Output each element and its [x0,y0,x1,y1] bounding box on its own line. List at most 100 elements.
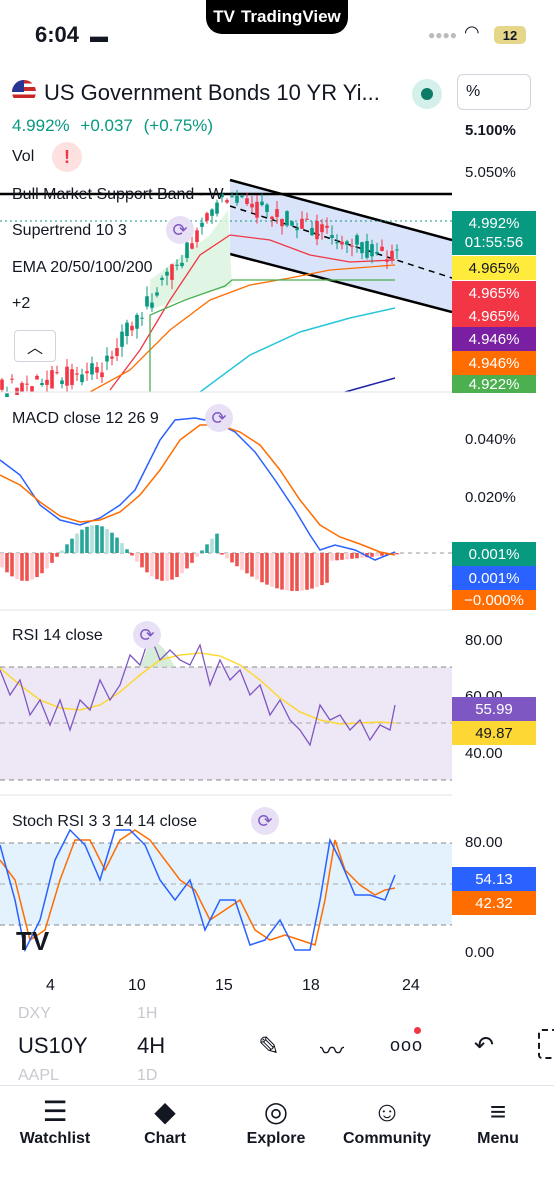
rsi-reload-icon[interactable]: ⟳ [133,621,161,649]
collapse-legend-button[interactable]: ︿ [14,330,56,362]
macd-line [0,417,396,561]
indicator-supertrend[interactable]: Supertrend 10 3 [12,222,127,240]
macd-bar [205,544,209,553]
next-interval[interactable]: 1D [137,1067,157,1085]
tab-community[interactable]: ☺ Community [332,1094,442,1148]
prev-symbol[interactable]: DXY [18,1005,51,1023]
macd-bar [375,553,379,557]
fullscreen-icon[interactable] [538,1029,554,1059]
tab-explore[interactable]: ◎ Explore [221,1094,331,1148]
rsi-ma-tag: 49.87 [452,721,536,745]
candle [280,218,284,227]
candle [265,204,269,212]
chevron-up-icon: ︿ [26,340,43,357]
compass-icon: ◎ [263,1096,289,1127]
macd-bar [225,553,229,559]
macd-bar [80,529,84,553]
stoch-d-tag: 42.32 [452,891,536,915]
macd-bar [110,532,114,553]
macd-bar [10,553,14,577]
macd-bar [235,553,239,567]
candle [390,250,394,260]
symbol-picker[interactable]: US10Y [18,1033,88,1059]
macd-bar [165,553,169,581]
macd-pane [0,417,452,611]
more-icon[interactable]: ooo [390,1027,423,1056]
tab-menu[interactable]: ≡ Menu [443,1094,553,1148]
candle [385,259,389,262]
macd-bar [15,553,19,580]
candle [305,218,309,220]
candle [90,363,94,375]
tab-chart[interactable]: ◆ Chart [110,1094,220,1148]
indicator-rsi[interactable]: RSI 14 close [12,627,103,645]
flag-icon [12,80,36,104]
candle [345,241,349,245]
draw-pen-icon[interactable]: ✎ [258,1031,280,1062]
candle [235,195,239,203]
indicator-bmsb[interactable]: Bull Market Support Band · W [12,186,224,204]
macd-bar [140,553,144,568]
candle [30,386,34,392]
macd-bar [185,553,189,569]
macd-bar [130,553,134,556]
candle [45,379,49,385]
macd-bar [310,553,314,589]
tab-watchlist[interactable]: ☰ Watchlist [0,1094,110,1148]
market-status-icon [412,79,442,109]
indicator-macd[interactable]: MACD close 12 26 9 [12,410,159,428]
macd-bar [105,528,109,553]
axis-label: 0.040% [465,431,516,448]
indicators-icon[interactable]: 〰 [320,1031,344,1066]
indicator-vol[interactable]: Vol [12,148,34,166]
candle [380,246,384,251]
vol-warning-icon[interactable]: ! [52,142,82,172]
macd-bar [70,538,74,553]
axis-label: 40.00 [465,745,503,762]
macd-bar [335,553,339,561]
macd-bar [255,553,259,580]
price-tag: 4.946% [452,327,536,351]
macd-bar [125,549,129,553]
candle [95,367,99,373]
candle [20,383,24,393]
indicator-more[interactable]: +2 [12,295,30,313]
macd-bar [270,553,274,587]
stoch-reload-icon[interactable]: ⟳ [251,807,279,835]
symbol-title[interactable]: US Government Bonds 10 YR Yi... [44,80,380,106]
candle [160,277,164,280]
macd-bar [60,550,64,553]
axis-label: 0.00 [465,944,495,961]
interval-picker[interactable]: 4H [137,1033,165,1059]
candle [155,292,159,296]
axis-label: 5.100% [465,122,516,139]
price-line: 4.992% +0.037 (+0.75%) [12,116,219,136]
price-change: +0.037 [80,116,133,135]
candle [330,235,334,238]
macd-bar [230,553,234,563]
indicator-ema[interactable]: EMA 20/50/100/200 [12,259,153,277]
supertrend-reload-icon[interactable]: ⟳ [166,216,194,244]
prev-interval[interactable]: 1H [137,1005,157,1023]
macd-bar [20,553,24,581]
main-pane [0,178,452,398]
time-label: 24 [402,977,420,994]
axis-label: 80.00 [465,632,503,649]
undo-icon[interactable]: ↶ [474,1031,494,1060]
macd-bar [40,553,44,574]
next-symbol[interactable]: AAPL [18,1067,59,1085]
candle [55,372,59,374]
ema100-line [199,307,396,393]
macd-bar [195,553,199,557]
tab-bar: ☰ Watchlist ◆ Chart ◎ Explore ☺ Communit… [0,1085,554,1199]
rsi-pane [0,633,452,796]
unit-button[interactable]: % [457,74,531,110]
price-tag: 4.922% [452,375,536,393]
macd-reload-icon[interactable]: ⟳ [205,404,233,432]
candle [340,241,344,245]
indicator-stoch[interactable]: Stoch RSI 3 3 14 14 close [12,813,197,831]
candle [10,378,14,380]
macd-bar [100,526,104,553]
candle [225,200,229,203]
candle [300,218,304,229]
